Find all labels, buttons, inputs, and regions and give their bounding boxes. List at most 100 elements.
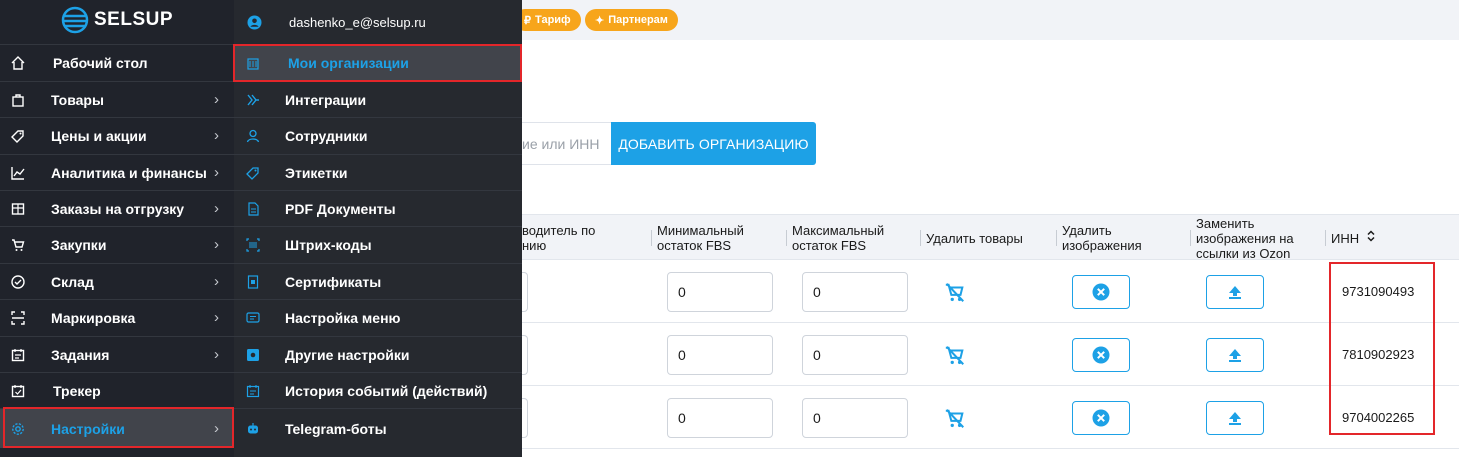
submenu-item-event-history[interactable]: История событий (действий) <box>234 372 522 408</box>
submenu-item-telegram-bots[interactable]: Telegram-боты <box>234 408 522 448</box>
user-account[interactable]: dashenko_e@selsup.ru <box>234 0 522 44</box>
sidebar-item-purchases[interactable]: Закупки › <box>0 226 234 262</box>
chevron-right-icon: › <box>214 420 219 437</box>
check-circle-icon <box>10 274 26 290</box>
sidebar-item-orders[interactable]: Заказы на отгрузку › <box>0 190 234 226</box>
close-circle-icon <box>1092 346 1110 364</box>
table-row: 0 0 9704002265 <box>522 386 1459 449</box>
remove-cart-icon[interactable] <box>944 282 966 304</box>
min-fbs-input[interactable]: 0 <box>667 335 773 375</box>
calendar-check-icon <box>10 383 26 399</box>
box-icon <box>10 201 26 217</box>
upload-icon <box>1229 412 1241 425</box>
sidebar: SELSUP Рабочий стол Товары › Цены и акци… <box>0 0 234 457</box>
settings-box-icon <box>245 347 261 363</box>
min-fbs-input[interactable]: 0 <box>667 272 773 312</box>
tariff-icon: ₽ <box>524 14 531 27</box>
submenu-item-menu-settings[interactable]: Настройка меню <box>234 299 522 335</box>
barcode-icon <box>245 237 261 253</box>
chevron-right-icon: › <box>214 236 219 253</box>
close-circle-icon <box>1092 409 1110 427</box>
user-icon <box>245 128 261 144</box>
sort-icon[interactable] <box>1366 229 1376 247</box>
driver-input[interactable] <box>522 272 528 312</box>
chevron-right-icon: › <box>214 346 219 363</box>
submenu-item-barcodes[interactable]: Штрих-коды <box>234 226 522 262</box>
min-fbs-input[interactable]: 0 <box>667 398 773 438</box>
sidebar-item-desktop[interactable]: Рабочий стол <box>0 44 234 80</box>
remove-cart-icon[interactable] <box>944 408 966 430</box>
remove-cart-icon[interactable] <box>944 345 966 367</box>
upload-icon <box>1229 349 1241 362</box>
chevron-right-icon: › <box>214 200 219 217</box>
replace-images-button[interactable] <box>1206 275 1264 309</box>
submenu-item-other-settings[interactable]: Другие настройки <box>234 336 522 372</box>
tariff-button[interactable]: ₽ Тариф <box>514 9 581 31</box>
settings-submenu: dashenko_e@selsup.ru Мои организации Инт… <box>234 0 522 457</box>
chevron-right-icon: › <box>214 309 219 326</box>
sidebar-item-warehouse[interactable]: Склад › <box>0 263 234 299</box>
tariff-label: Тариф <box>535 14 571 26</box>
history-icon <box>245 383 261 399</box>
max-fbs-input[interactable]: 0 <box>802 335 908 375</box>
table-row: 0 0 7810902923 <box>522 323 1459 386</box>
table-row: 0 0 9731090493 <box>522 260 1459 323</box>
column-header-inn[interactable]: ИНН <box>1325 215 1421 261</box>
delete-images-button[interactable] <box>1072 338 1130 372</box>
logo[interactable]: SELSUP <box>60 6 173 34</box>
scan-icon <box>10 310 26 326</box>
gear-icon <box>10 421 26 437</box>
column-header-delete-products: Удалить товары <box>920 215 1046 261</box>
table-header: водитель по нию Минимальный остаток FBS … <box>522 214 1459 261</box>
sidebar-item-products[interactable]: Товары › <box>0 81 234 117</box>
search-placeholder: ие или ИНН <box>522 135 600 152</box>
chevron-right-icon: › <box>214 273 219 290</box>
user-email: dashenko_e@selsup.ru <box>289 14 426 30</box>
column-header-delete-images: Удалить изображения <box>1056 215 1172 261</box>
max-fbs-input[interactable]: 0 <box>802 272 908 312</box>
submenu-item-certificates[interactable]: Сертификаты <box>234 263 522 299</box>
partners-button[interactable]: ✦ Партнерам <box>585 9 678 31</box>
submenu-item-employees[interactable]: Сотрудники <box>234 117 522 153</box>
add-organization-button[interactable]: ДОБАВИТЬ ОРГАНИЗАЦИЮ <box>611 122 816 165</box>
column-header-replace-images: Заменить изображения на ссылки из Ozon <box>1190 215 1314 261</box>
partners-label: Партнерам <box>608 14 668 26</box>
driver-input[interactable] <box>522 335 528 375</box>
user-avatar-icon <box>247 15 262 33</box>
bot-icon <box>245 421 261 437</box>
driver-input[interactable] <box>522 398 528 438</box>
chevron-right-icon: › <box>214 91 219 108</box>
sidebar-item-settings[interactable]: Настройки › <box>0 408 234 448</box>
chevron-right-icon: › <box>214 127 219 144</box>
submenu-item-labels[interactable]: Этикетки <box>234 154 522 190</box>
sidebar-item-prices[interactable]: Цены и акции › <box>0 117 234 153</box>
inn-value: 9704002265 <box>1342 410 1415 425</box>
max-fbs-input[interactable]: 0 <box>802 398 908 438</box>
column-header-driver: водитель по нию <box>522 223 596 253</box>
delete-images-button[interactable] <box>1072 275 1130 309</box>
sidebar-item-marking[interactable]: Маркировка › <box>0 299 234 335</box>
org-search-input[interactable]: ие или ИНН <box>522 122 612 165</box>
sidebar-item-tasks[interactable]: Задания › <box>0 336 234 372</box>
cart-icon <box>10 237 26 253</box>
submenu-item-integrations[interactable]: Интеграции <box>234 81 522 117</box>
replace-images-button[interactable] <box>1206 401 1264 435</box>
close-circle-icon <box>1092 283 1110 301</box>
calendar-icon <box>10 347 26 363</box>
logo-icon <box>61 6 89 34</box>
pdf-icon <box>245 201 261 217</box>
delete-images-button[interactable] <box>1072 401 1130 435</box>
bag-icon <box>10 92 26 108</box>
logo-text: SELSUP <box>94 9 174 30</box>
submenu-item-pdf-documents[interactable]: PDF Документы <box>234 190 522 226</box>
inn-value: 7810902923 <box>1342 347 1415 362</box>
column-header-min-fbs: Минимальный остаток FBS <box>651 215 777 261</box>
chevron-right-icon: › <box>214 164 219 181</box>
integration-icon <box>245 92 261 108</box>
certificate-icon <box>245 274 261 290</box>
sidebar-item-tracker[interactable]: Трекер <box>0 372 234 408</box>
menu-settings-icon <box>245 310 261 326</box>
replace-images-button[interactable] <box>1206 338 1264 372</box>
sidebar-item-analytics[interactable]: Аналитика и финансы › <box>0 154 234 190</box>
submenu-item-my-organizations[interactable]: Мои организации <box>234 44 522 80</box>
